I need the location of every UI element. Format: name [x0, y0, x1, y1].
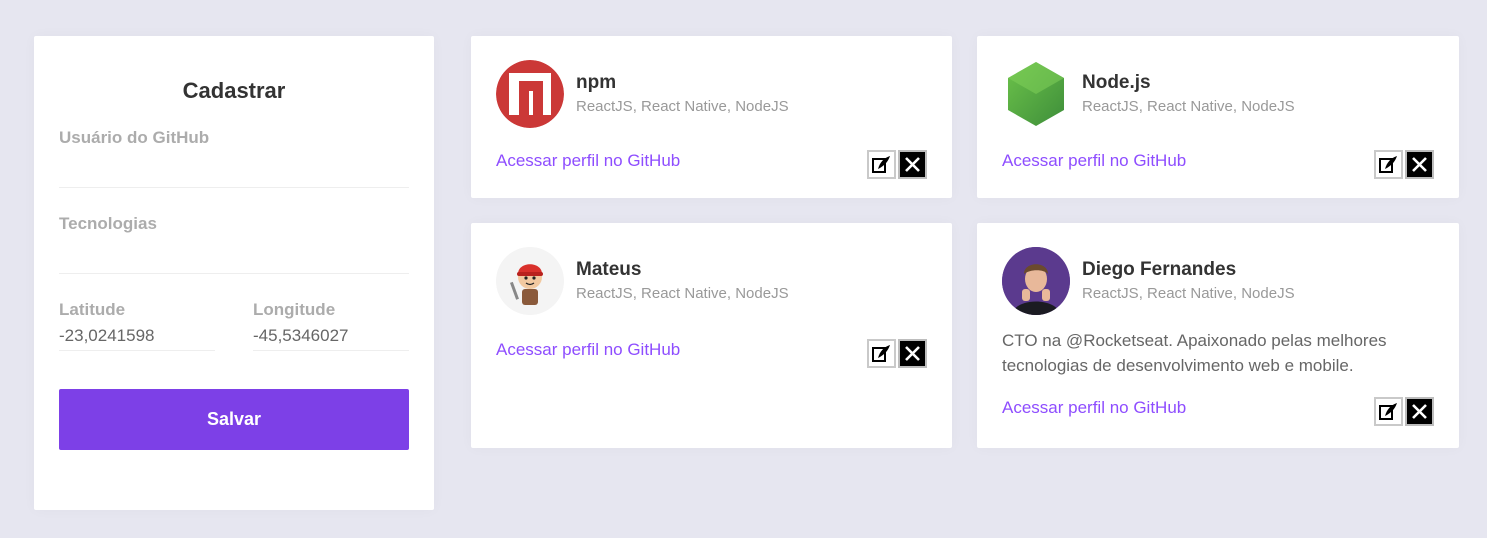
dev-header: Mateus ReactJS, React Native, NodeJS	[496, 247, 927, 315]
github-profile-link[interactable]: Acessar perfil no GitHub	[496, 340, 680, 360]
nodejs-logo-icon	[1002, 60, 1070, 128]
dev-footer: Acessar perfil no GitHub	[1002, 142, 1434, 179]
dev-footer: Acessar perfil no GitHub	[496, 142, 927, 179]
dev-card: Diego Fernandes ReactJS, React Native, N…	[977, 223, 1459, 448]
save-button[interactable]: Salvar	[59, 389, 409, 450]
github-user-field: Usuário do GitHub	[59, 128, 409, 188]
techs-input[interactable]	[59, 234, 409, 274]
longitude-field: Longitude	[253, 300, 409, 351]
card-actions	[867, 339, 927, 368]
latitude-input[interactable]	[59, 320, 215, 351]
dev-techs: ReactJS, React Native, NodeJS	[1082, 98, 1295, 115]
card-actions	[1374, 397, 1434, 426]
dev-info: npm ReactJS, React Native, NodeJS	[576, 72, 789, 116]
github-profile-link[interactable]: Acessar perfil no GitHub	[1002, 151, 1186, 171]
longitude-label: Longitude	[253, 300, 336, 319]
npm-logo-icon	[496, 60, 564, 128]
dev-card: Mateus ReactJS, React Native, NodeJS Ace…	[471, 223, 952, 448]
dev-name: Mateus	[576, 259, 642, 280]
dev-info: Mateus ReactJS, React Native, NodeJS	[576, 259, 789, 303]
edit-icon[interactable]	[867, 339, 896, 368]
dev-footer: Acessar perfil no GitHub	[1002, 389, 1434, 426]
techs-label: Tecnologias	[59, 214, 157, 233]
longitude-input[interactable]	[253, 320, 409, 351]
dev-info: Node.js ReactJS, React Native, NodeJS	[1082, 72, 1295, 116]
github-profile-link[interactable]: Acessar perfil no GitHub	[496, 151, 680, 171]
dev-name: Diego Fernandes	[1082, 259, 1237, 280]
person-photo-avatar	[1002, 247, 1070, 315]
dev-footer: Acessar perfil no GitHub	[496, 331, 927, 368]
dev-card: Node.js ReactJS, React Native, NodeJS Ac…	[977, 36, 1459, 198]
dev-techs: ReactJS, React Native, NodeJS	[1082, 285, 1295, 302]
dev-bio: CTO na @Rocketseat. Apaixonado pelas mel…	[1002, 331, 1387, 375]
dev-info: Diego Fernandes ReactJS, React Native, N…	[1082, 259, 1295, 303]
close-icon[interactable]	[1405, 397, 1434, 426]
register-form-card: Cadastrar Usuário do GitHub Tecnologias …	[34, 36, 434, 510]
form-title: Cadastrar	[182, 78, 286, 103]
coordinates-group: Latitude Longitude	[59, 300, 409, 351]
cartoon-avatar-icon	[496, 247, 564, 315]
dev-techs: ReactJS, React Native, NodeJS	[576, 98, 789, 115]
close-icon[interactable]	[898, 150, 927, 179]
techs-field: Tecnologias	[59, 214, 409, 274]
github-profile-link[interactable]: Acessar perfil no GitHub	[1002, 398, 1186, 418]
dev-card: npm ReactJS, React Native, NodeJS Acessa…	[471, 36, 952, 198]
dev-name: npm	[576, 72, 617, 93]
dev-header: Node.js ReactJS, React Native, NodeJS	[1002, 60, 1434, 128]
dev-techs: ReactJS, React Native, NodeJS	[576, 285, 789, 302]
close-icon[interactable]	[1405, 150, 1434, 179]
edit-icon[interactable]	[1374, 397, 1403, 426]
card-actions	[1374, 150, 1434, 179]
close-icon[interactable]	[898, 339, 927, 368]
edit-icon[interactable]	[867, 150, 896, 179]
latitude-label: Latitude	[59, 300, 126, 319]
card-actions	[867, 150, 927, 179]
github-user-input[interactable]	[59, 148, 409, 188]
dev-header: npm ReactJS, React Native, NodeJS	[496, 60, 927, 128]
dev-header: Diego Fernandes ReactJS, React Native, N…	[1002, 247, 1434, 315]
edit-icon[interactable]	[1374, 150, 1403, 179]
github-user-label: Usuário do GitHub	[59, 128, 210, 147]
latitude-field: Latitude	[59, 300, 215, 351]
dev-name: Node.js	[1082, 72, 1151, 93]
